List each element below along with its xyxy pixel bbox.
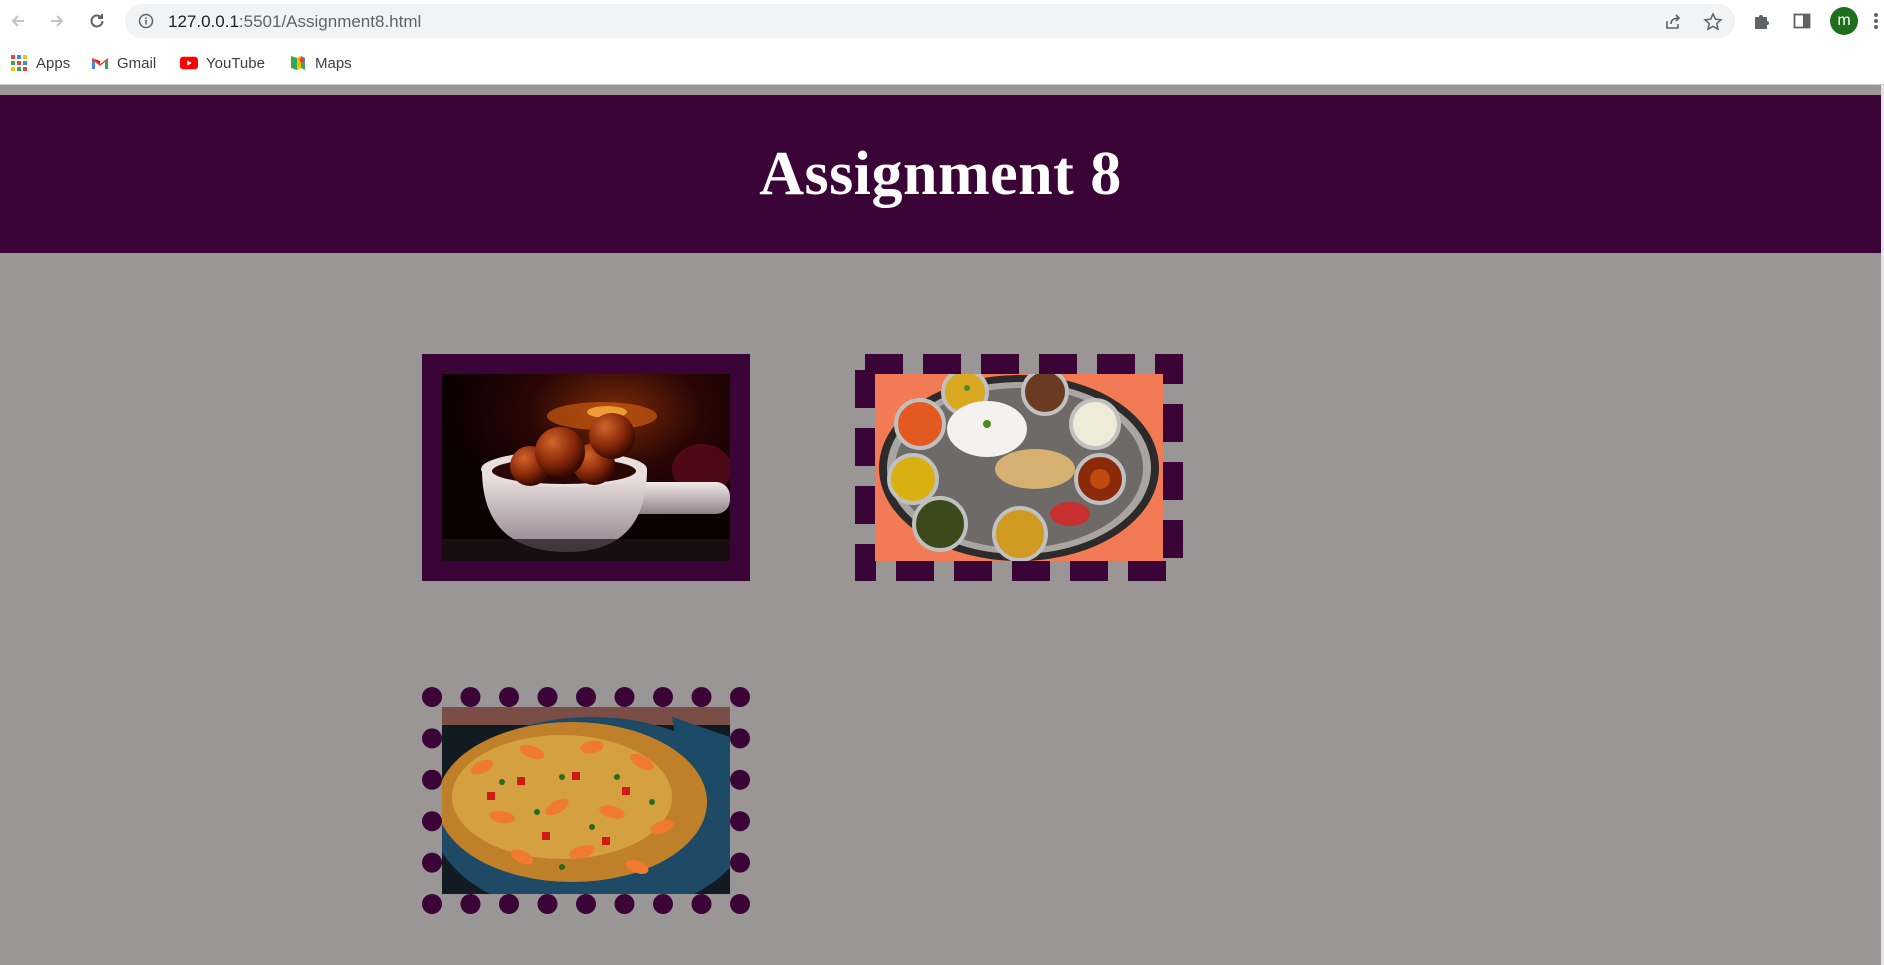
profile-avatar[interactable]: m <box>1830 7 1858 35</box>
bookmark-label: Apps <box>36 54 71 72</box>
bookmark-maps[interactable]: Maps <box>289 51 352 75</box>
bookmark-label: Gmail <box>117 54 157 72</box>
dashed-border-frame <box>855 354 1183 581</box>
biryani-photo <box>442 707 730 894</box>
solid-border-frame <box>422 354 750 581</box>
bookmark-star-button[interactable] <box>1702 11 1724 33</box>
puzzle-icon <box>1755 15 1769 29</box>
star-icon <box>1703 12 1723 31</box>
url-path: :5501/Assignment8.html <box>238 12 422 31</box>
bookmark-label: YouTube <box>206 54 265 72</box>
page-title: Assignment 8 <box>759 139 1122 208</box>
bookmark-youtube[interactable]: YouTube <box>180 51 265 75</box>
bookmark-label: Maps <box>315 54 352 72</box>
reload-icon <box>90 14 104 28</box>
gmail-icon <box>91 54 109 72</box>
address-bar[interactable]: 127.0.0.1:5501/Assignment8.html <box>125 4 1735 38</box>
extensions-button[interactable] <box>1750 9 1774 33</box>
browser-toolbar: 127.0.0.1:5501/Assignment8.html m <box>0 0 1884 42</box>
menu-button[interactable] <box>1868 9 1884 33</box>
page-header: Assignment 8 <box>0 95 1881 253</box>
reload-button[interactable] <box>85 9 109 33</box>
back-arrow-icon <box>11 15 24 27</box>
dotted-border-frame <box>422 687 750 914</box>
side-panel-icon <box>1793 13 1811 29</box>
forward-button[interactable] <box>45 9 69 33</box>
back-button[interactable] <box>6 9 30 33</box>
bookmarks-bar: Apps Gmail YouTube Maps <box>0 42 1884 85</box>
url-host: 127.0.0.1 <box>168 12 239 31</box>
youtube-icon <box>180 54 198 72</box>
bookmark-gmail[interactable]: Gmail <box>91 51 156 75</box>
kebab-menu-icon <box>1874 13 1878 29</box>
gulab-jamun-photo <box>442 374 730 561</box>
apps-grid-icon <box>10 54 28 72</box>
forward-arrow-icon <box>51 15 64 27</box>
share-button[interactable] <box>1662 11 1684 33</box>
side-panel-button[interactable] <box>1790 9 1814 33</box>
page-viewport: Assignment 8 <box>0 85 1884 965</box>
url-text[interactable]: 127.0.0.1:5501/Assignment8.html <box>168 12 421 32</box>
bookmark-apps[interactable]: Apps <box>10 51 70 75</box>
thali-photo <box>875 374 1163 561</box>
maps-icon <box>289 54 307 72</box>
site-info-icon[interactable] <box>137 12 155 30</box>
share-icon <box>1666 14 1681 29</box>
